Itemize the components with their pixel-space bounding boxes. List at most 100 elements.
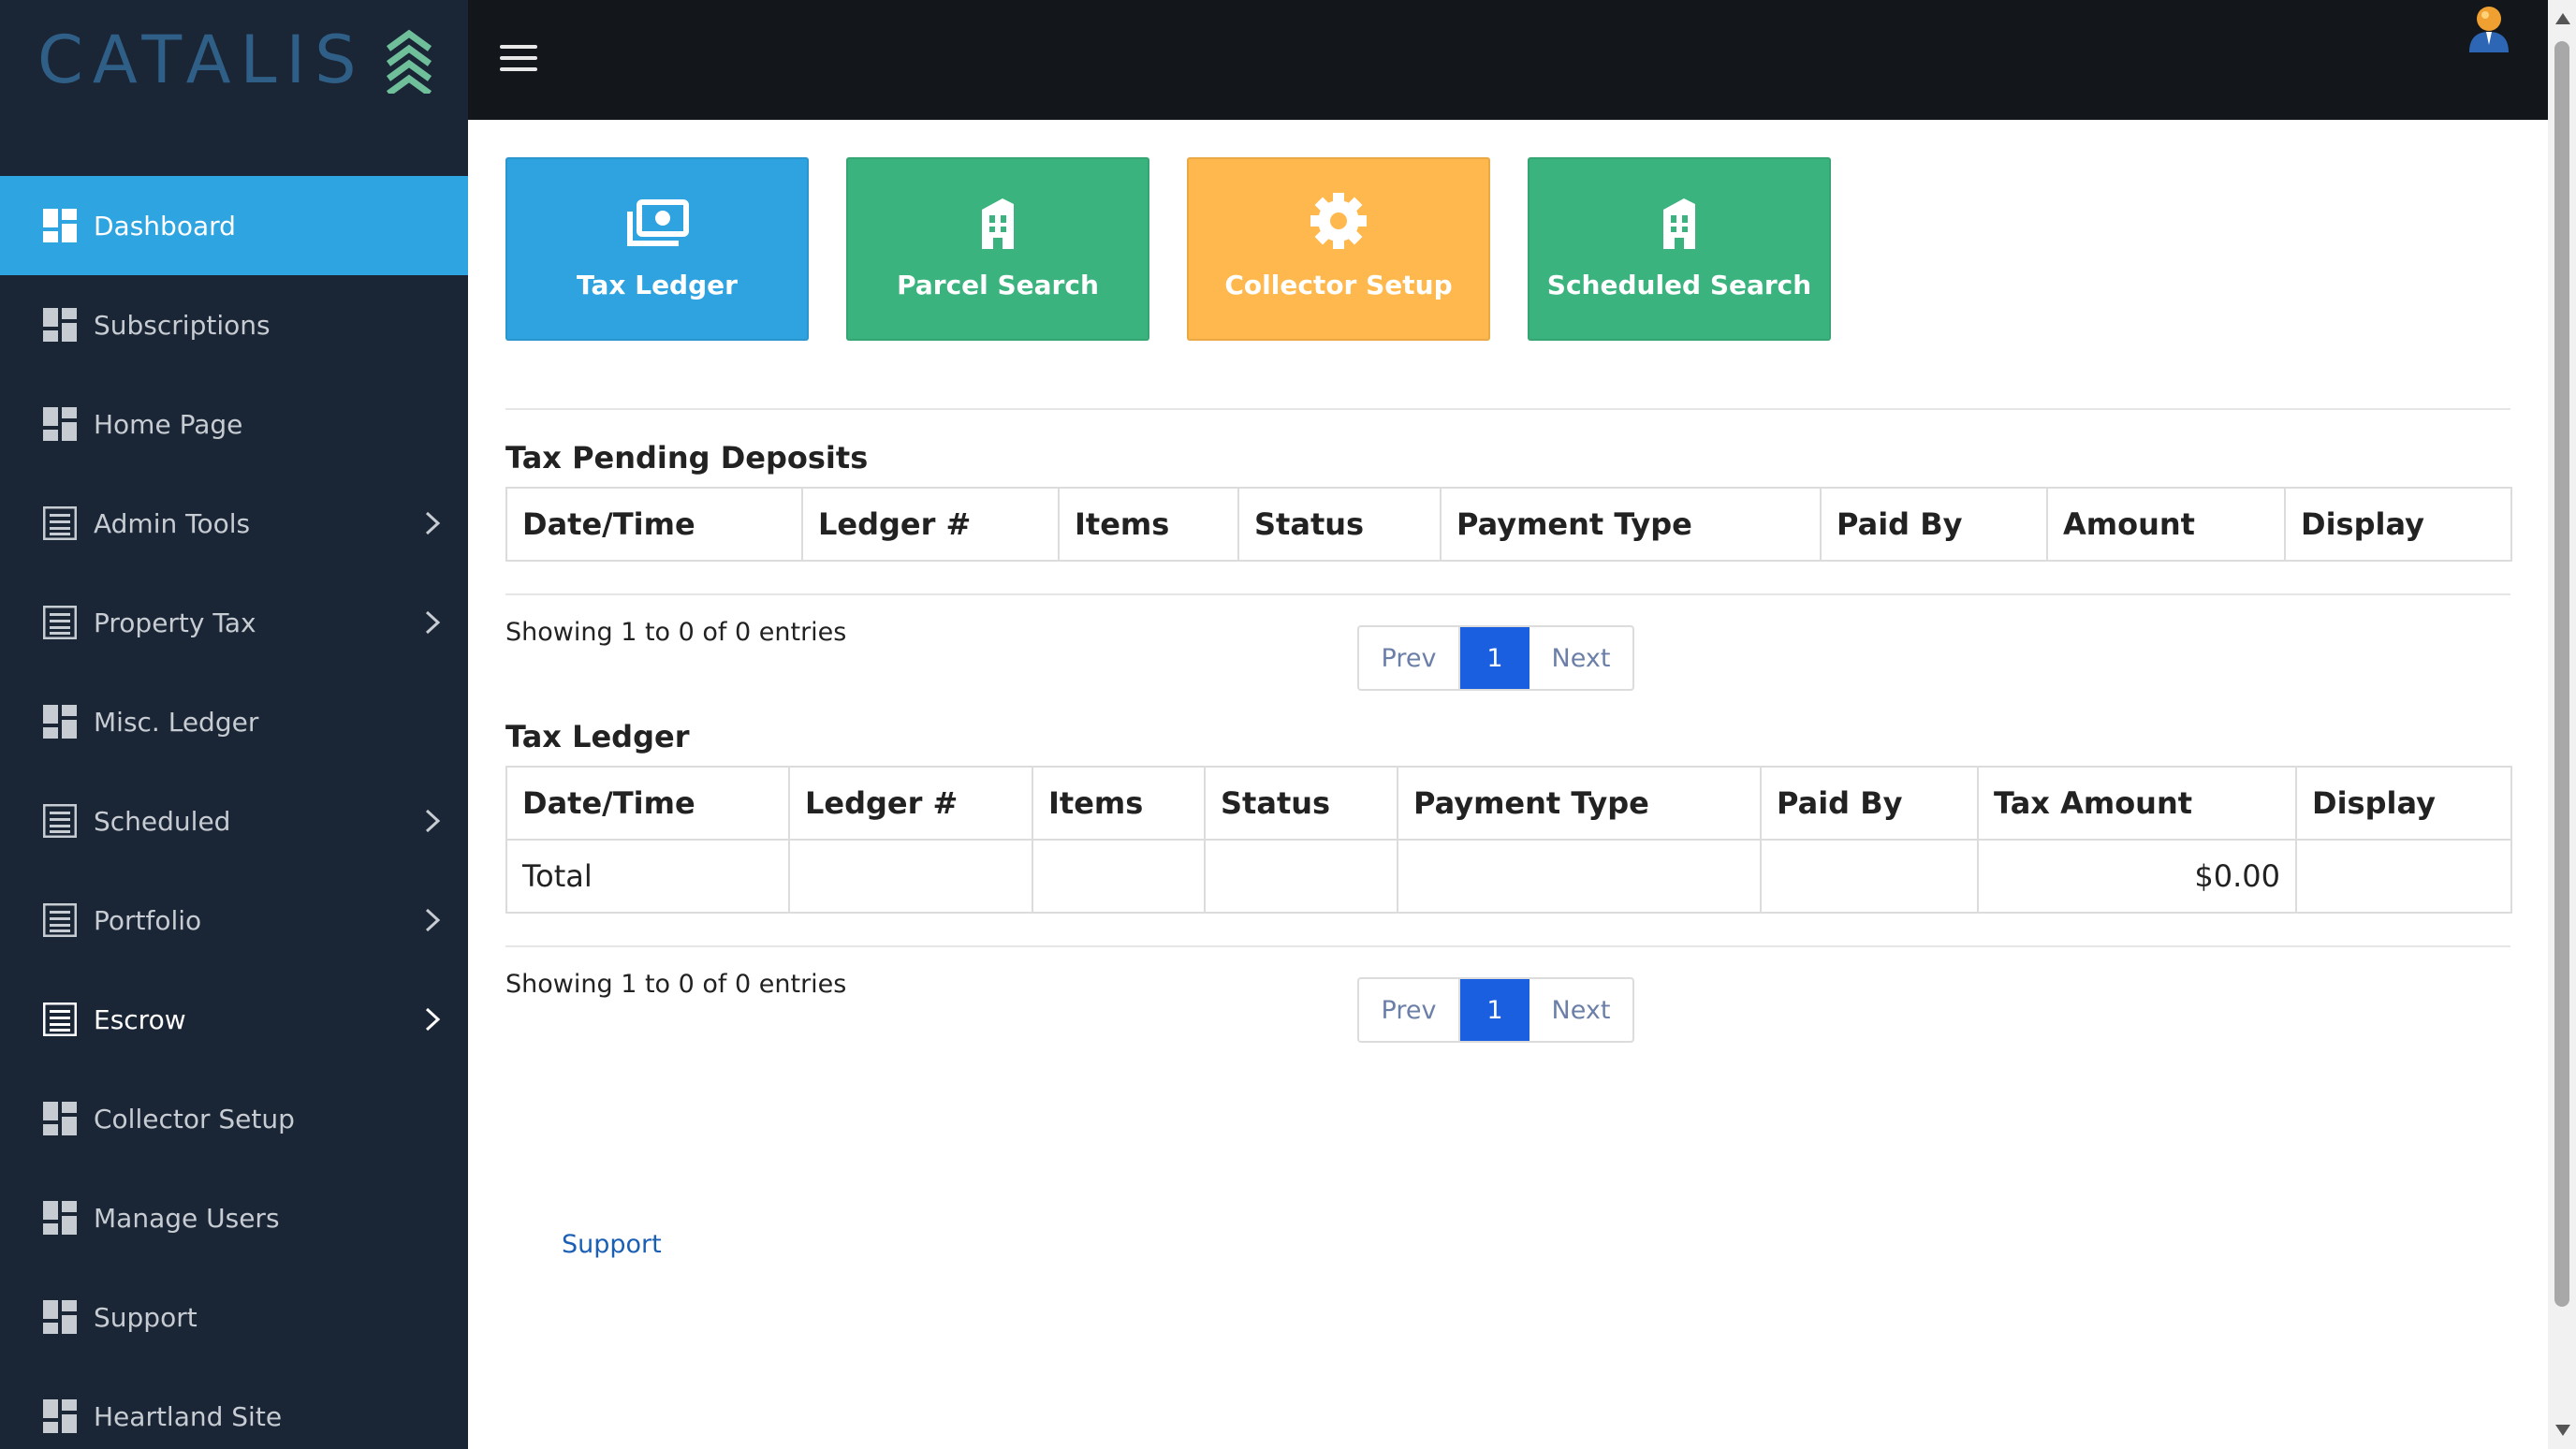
tax-ledger-pagination: Showing 1 to 0 of 0 entries Prev 1 Next — [505, 947, 2510, 1050]
column-header[interactable]: Items — [1032, 766, 1206, 841]
parcel-search-tile[interactable]: Parcel Search — [846, 157, 1149, 341]
sidebar-item-label: Support — [94, 1301, 198, 1333]
table-cell — [2295, 839, 2512, 914]
tile-label: Scheduled Search — [1546, 270, 1812, 300]
column-header[interactable]: Status — [1204, 766, 1398, 841]
sidebar-item-escrow[interactable]: Escrow — [0, 970, 468, 1069]
prev-page-button[interactable]: Prev — [1359, 979, 1460, 1041]
dashboard-grid-icon — [43, 1201, 77, 1235]
dashboard-grid-icon — [43, 1399, 77, 1433]
tile-label: Collector Setup — [1224, 270, 1453, 300]
sidebar-item-admin-tools[interactable]: Admin Tools — [0, 474, 468, 573]
sidebar-item-label: Escrow — [94, 1003, 186, 1035]
chevron-right-icon — [425, 1007, 441, 1032]
pending-deposits-title: Tax Pending Deposits — [505, 440, 869, 476]
pending-deposits-pagination: Showing 1 to 0 of 0 entries Prev 1 Next — [505, 595, 2510, 698]
tax-ledger-tile[interactable]: Tax Ledger — [505, 157, 809, 341]
main-content: Tax Ledger Parcel Search Collector Setup… — [505, 157, 2512, 1050]
sidebar-item-label: Subscriptions — [94, 309, 271, 341]
page-1-button[interactable]: 1 — [1460, 979, 1530, 1041]
sidebar-item-home-page[interactable]: Home Page — [0, 374, 468, 474]
entries-info: Showing 1 to 0 of 0 entries — [505, 970, 847, 999]
column-header[interactable]: Payment Type — [1440, 487, 1822, 562]
entries-info: Showing 1 to 0 of 0 entries — [505, 618, 847, 647]
sidebar-item-label: Collector Setup — [94, 1103, 295, 1134]
catalis-logo[interactable]: CATALIS — [0, 0, 468, 176]
dashboard-grid-icon — [43, 705, 77, 739]
sidebar-item-label: Portfolio — [94, 904, 202, 936]
sidebar: CATALIS Dashboard Subscriptions Home Pag… — [0, 0, 468, 1449]
sidebar-item-manage-users[interactable]: Manage Users — [0, 1168, 468, 1267]
sidebar-nav: Dashboard Subscriptions Home Page Admin … — [0, 176, 468, 1449]
building-icon — [1663, 198, 1695, 249]
sidebar-item-support[interactable]: Support — [0, 1267, 468, 1367]
column-header[interactable]: Paid By — [1760, 766, 1979, 841]
chevron-right-icon — [425, 511, 441, 535]
sidebar-item-label: Heartland Site — [94, 1400, 283, 1432]
building-icon — [982, 198, 1014, 249]
column-header[interactable]: Payment Type — [1397, 766, 1762, 841]
page-1-button[interactable]: 1 — [1460, 627, 1530, 689]
scroll-thumb[interactable] — [2554, 41, 2569, 1307]
sidebar-item-label: Scheduled — [94, 805, 231, 837]
chevron-right-icon — [425, 610, 441, 635]
sidebar-item-dashboard[interactable]: Dashboard — [0, 176, 468, 275]
tile-label: Tax Ledger — [577, 270, 738, 300]
sidebar-item-heartland-site[interactable]: Heartland Site — [0, 1367, 468, 1449]
sidebar-item-misc-ledger[interactable]: Misc. Ledger — [0, 672, 468, 771]
topbar — [468, 0, 2548, 120]
logo-text: CATALIS — [37, 22, 366, 98]
sidebar-item-portfolio[interactable]: Portfolio — [0, 871, 468, 970]
hamburger-menu-icon[interactable] — [500, 45, 537, 73]
pending-deposits-table: Date/Time Ledger # Items Status Payment … — [505, 487, 2512, 562]
dashboard-grid-icon — [43, 1300, 77, 1334]
divider — [505, 408, 2510, 410]
tax-ledger-table: Date/Time Ledger # Items Status Payment … — [505, 766, 2512, 914]
column-header[interactable]: Ledger # — [801, 487, 1060, 562]
column-header[interactable]: Items — [1058, 487, 1239, 562]
sidebar-item-label: Home Page — [94, 408, 243, 440]
column-header[interactable]: Date/Time — [505, 487, 803, 562]
sidebar-item-collector-setup[interactable]: Collector Setup — [0, 1069, 468, 1168]
list-icon — [43, 804, 77, 838]
column-header[interactable]: Date/Time — [505, 766, 790, 841]
sidebar-item-label: Admin Tools — [94, 507, 251, 539]
list-icon — [43, 506, 77, 540]
column-header[interactable]: Ledger # — [788, 766, 1033, 841]
user-avatar-icon[interactable] — [2466, 4, 2512, 52]
chevron-right-icon — [425, 908, 441, 932]
next-page-button[interactable]: Next — [1530, 627, 1632, 689]
column-header[interactable]: Display — [2295, 766, 2512, 841]
table-cell — [1760, 839, 1979, 914]
scheduled-search-tile[interactable]: Scheduled Search — [1528, 157, 1831, 341]
table-cell — [1032, 839, 1206, 914]
tax-ledger-title: Tax Ledger — [505, 719, 690, 754]
table-cell — [788, 839, 1033, 914]
total-row: Total $0.00 — [505, 839, 2512, 914]
next-page-button[interactable]: Next — [1530, 979, 1632, 1041]
column-header[interactable]: Amount — [2046, 487, 2286, 562]
dashboard-grid-icon — [43, 407, 77, 441]
sidebar-item-label: Property Tax — [94, 607, 256, 638]
vertical-scrollbar[interactable] — [2548, 0, 2576, 1449]
column-header[interactable]: Display — [2284, 487, 2512, 562]
column-header[interactable]: Status — [1237, 487, 1442, 562]
pager: Prev 1 Next — [1357, 977, 1634, 1043]
quick-links: Tax Ledger Parcel Search Collector Setup… — [505, 157, 2510, 341]
collector-setup-tile[interactable]: Collector Setup — [1187, 157, 1490, 341]
sidebar-item-subscriptions[interactable]: Subscriptions — [0, 275, 468, 374]
sidebar-item-property-tax[interactable]: Property Tax — [0, 573, 468, 672]
chevrons-logo-icon — [386, 29, 432, 94]
sidebar-item-label: Manage Users — [94, 1202, 280, 1234]
list-icon — [43, 903, 77, 937]
scroll-up-arrow-icon[interactable] — [2555, 13, 2570, 24]
table-cell — [1204, 839, 1398, 914]
sidebar-item-scheduled[interactable]: Scheduled — [0, 771, 468, 871]
list-icon — [43, 606, 77, 639]
scroll-down-arrow-icon[interactable] — [2555, 1425, 2570, 1436]
prev-page-button[interactable]: Prev — [1359, 627, 1460, 689]
support-link[interactable]: Support — [562, 1230, 662, 1259]
column-header[interactable]: Tax Amount — [1977, 766, 2297, 841]
money-icon — [627, 199, 689, 246]
column-header[interactable]: Paid By — [1820, 487, 2048, 562]
